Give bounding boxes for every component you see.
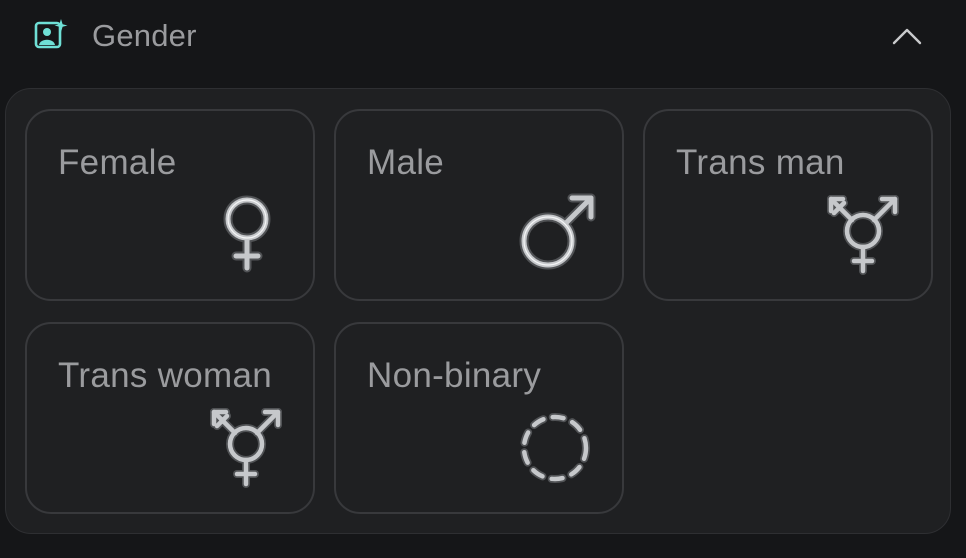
gender-section-header[interactable]: Gender xyxy=(0,0,966,78)
option-card-trans-man[interactable]: Trans man xyxy=(643,109,933,301)
option-label: Female xyxy=(58,143,177,182)
option-label: Male xyxy=(367,143,445,182)
option-card-female[interactable]: Female xyxy=(25,109,315,301)
portrait-sparkle-icon xyxy=(34,19,68,49)
section-title: Gender xyxy=(92,18,197,53)
female-symbol-icon xyxy=(223,195,271,273)
dashed-circle-icon xyxy=(520,413,590,483)
chevron-up-icon[interactable] xyxy=(886,20,928,52)
option-label: Non-binary xyxy=(367,356,542,395)
option-card-non-binary[interactable]: Non-binary xyxy=(334,322,624,514)
transgender-symbol-icon xyxy=(210,408,282,488)
option-card-male[interactable]: Male xyxy=(334,109,624,301)
transgender-symbol-icon xyxy=(827,195,899,275)
option-card-trans-woman[interactable]: Trans woman xyxy=(25,322,315,514)
option-label: Trans woman xyxy=(58,356,273,395)
male-symbol-icon xyxy=(519,193,596,270)
option-label: Trans man xyxy=(676,143,845,182)
